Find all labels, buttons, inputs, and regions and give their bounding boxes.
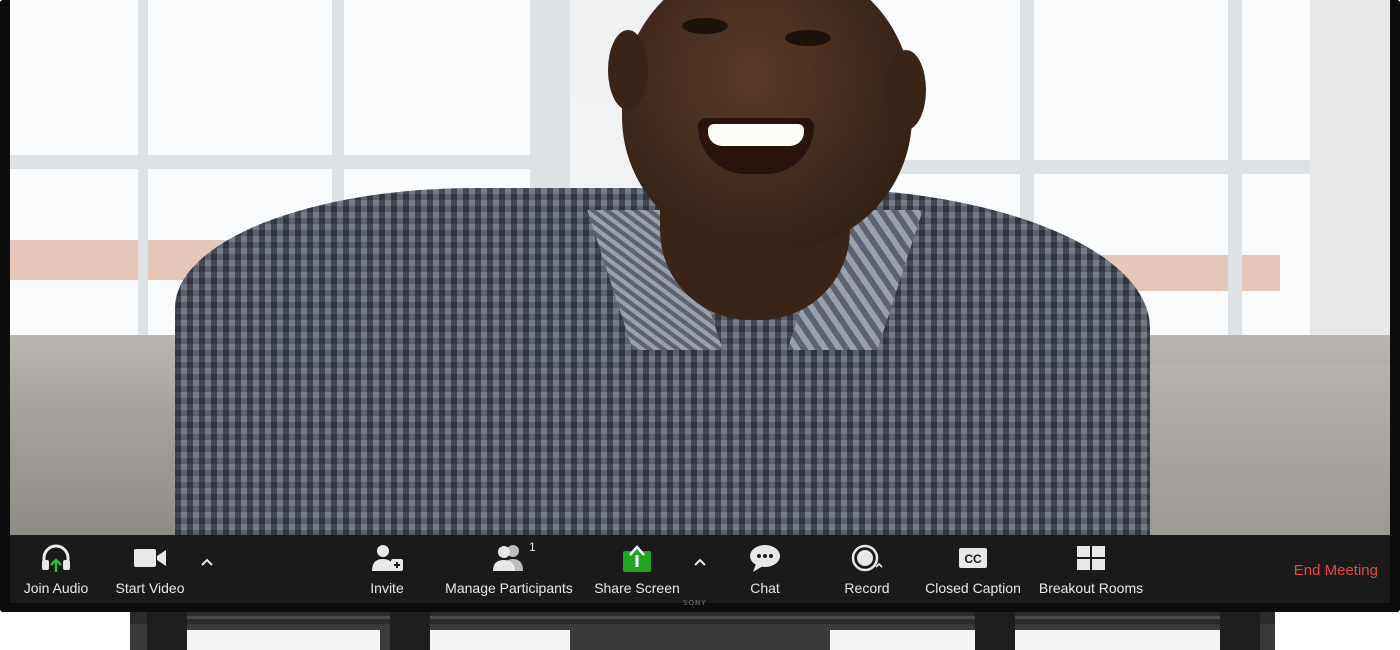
- join-audio-button[interactable]: Join Audio: [20, 535, 92, 603]
- video-feed: [10, 0, 1390, 535]
- tv-stand-bracket: [147, 612, 187, 650]
- chat-bubble-icon: [748, 544, 782, 572]
- record-label: Record: [844, 580, 890, 596]
- start-video-label: Start Video: [115, 580, 185, 596]
- start-video-button[interactable]: Start Video: [110, 535, 190, 603]
- tv-brand-logo: SONY: [683, 599, 707, 607]
- join-audio-label: Join Audio: [23, 580, 89, 596]
- tv-stand-gap: [1015, 630, 1220, 650]
- share-screen-icon: [621, 544, 653, 572]
- tv-stand-gap: [830, 630, 975, 650]
- person-teeth: [708, 124, 804, 146]
- chat-label: Chat: [750, 580, 780, 596]
- share-options-caret-icon[interactable]: [693, 555, 707, 569]
- share-screen-label: Share Screen: [594, 580, 680, 596]
- manage-participants-button[interactable]: 1 Manage Participants: [442, 535, 576, 603]
- invite-button[interactable]: Invite: [360, 535, 414, 603]
- record-button[interactable]: Record: [836, 535, 898, 603]
- chat-button[interactable]: Chat: [740, 535, 790, 603]
- closed-caption-button[interactable]: CC Closed Caption: [922, 535, 1024, 603]
- meeting-toolbar: Join Audio Start Video Invite 1 Manage P…: [10, 535, 1390, 603]
- breakout-rooms-button[interactable]: Breakout Rooms: [1035, 535, 1147, 603]
- closed-caption-icon: CC: [957, 544, 989, 572]
- breakout-rooms-icon: [1075, 544, 1107, 572]
- participant-count: 1: [529, 540, 536, 554]
- person-eye: [785, 30, 831, 46]
- svg-text:CC: CC: [964, 552, 982, 566]
- share-screen-button[interactable]: Share Screen: [590, 535, 684, 603]
- tv-stand-gap: [430, 630, 570, 650]
- window-transom: [10, 155, 570, 169]
- participants-icon: 1: [491, 540, 536, 572]
- record-icon: [849, 544, 885, 572]
- headphones-icon: [39, 544, 73, 572]
- tv-stand-bracket: [975, 612, 1015, 650]
- tv-stand-bracket: [1220, 612, 1260, 650]
- manage-participants-label: Manage Participants: [445, 580, 573, 596]
- person-ear: [608, 30, 648, 110]
- person-ear: [886, 50, 926, 130]
- video-camera-icon: [132, 544, 168, 572]
- window-mullion: [138, 0, 148, 350]
- invite-label: Invite: [370, 580, 404, 596]
- tv-stand-gap: [185, 630, 380, 650]
- tv-stand-bracket: [390, 612, 430, 650]
- tv-stand-rail: [150, 616, 1250, 619]
- end-meeting-button[interactable]: End Meeting: [1294, 562, 1378, 579]
- person-eye: [682, 18, 728, 34]
- closed-caption-label: Closed Caption: [925, 580, 1021, 596]
- window-mullion: [1228, 0, 1242, 370]
- add-user-icon: [369, 544, 405, 572]
- video-options-caret-icon[interactable]: [200, 555, 214, 569]
- breakout-rooms-label: Breakout Rooms: [1038, 580, 1144, 596]
- wall: [1310, 0, 1390, 370]
- window-transom: [870, 160, 1310, 174]
